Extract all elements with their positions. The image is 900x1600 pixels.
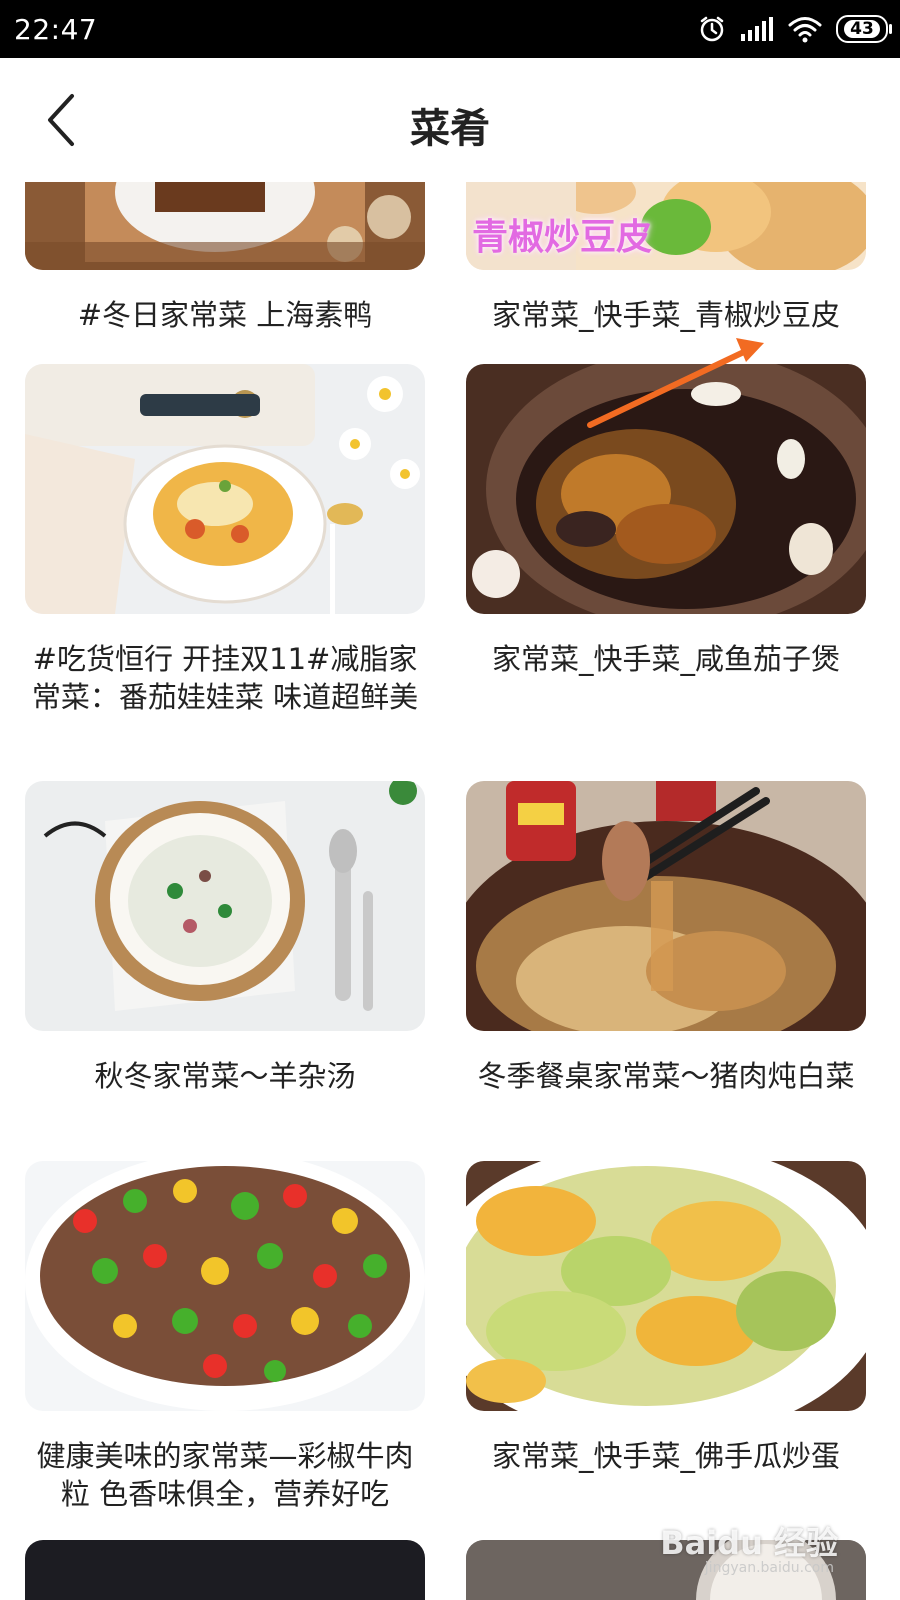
annotation-arrow [587, 338, 764, 428]
watermark-logo: Baidu 经验 [660, 1524, 838, 1562]
watermark-url: jingyan.baidu.com [704, 1560, 834, 1576]
